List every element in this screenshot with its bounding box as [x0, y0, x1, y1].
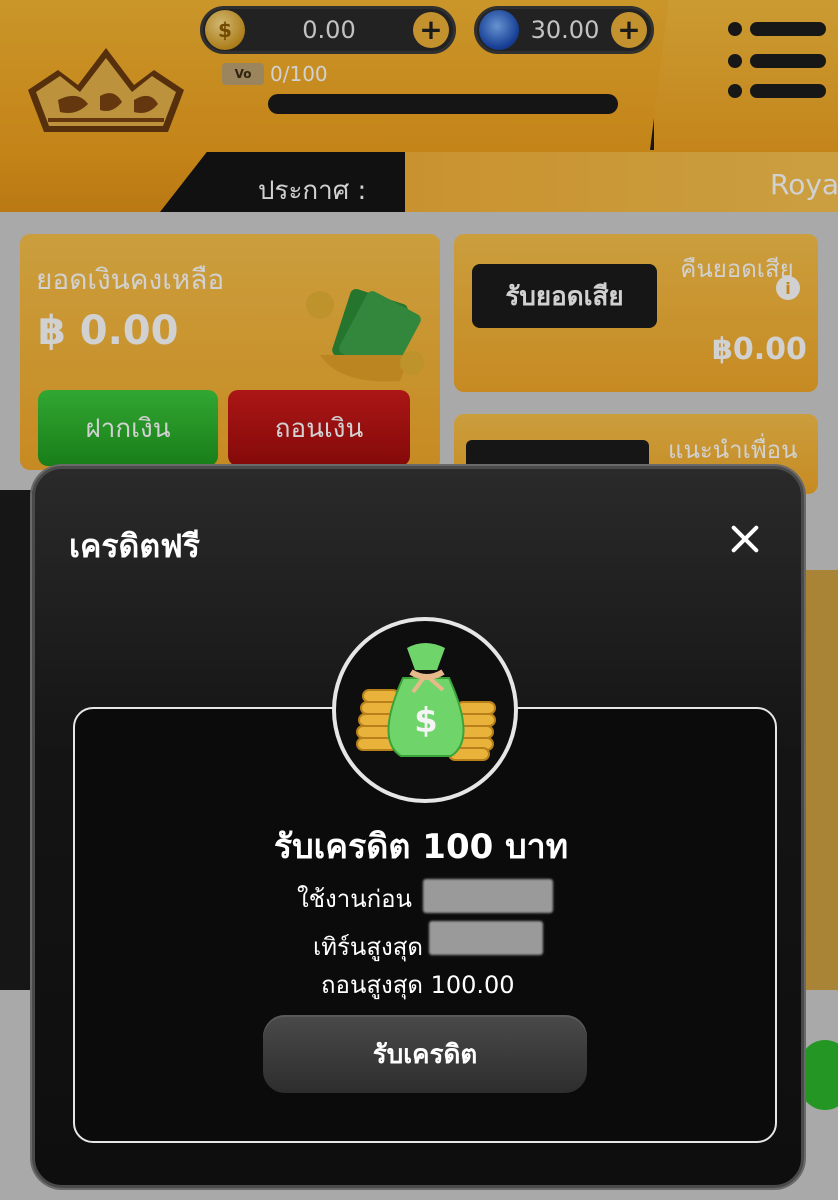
withdraw-button[interactable]: ถอนเงิน	[228, 390, 410, 466]
use-before-label: ใช้งานก่อน	[297, 885, 412, 913]
dollar-coin-icon: $	[205, 10, 245, 50]
max-turnover-label: เทิร์นสูงสุด	[313, 933, 423, 961]
chat-button[interactable]	[800, 1040, 838, 1110]
menu-icon[interactable]	[726, 22, 826, 102]
modal-title: เครดิตฟรี	[69, 527, 200, 565]
gem-amount: 30.00	[530, 16, 600, 44]
balance-value: ฿ 0.00	[38, 308, 179, 354]
claim-credit-button[interactable]: รับเครดิต	[263, 1015, 587, 1093]
referral-label: แนะนำเพื่อน	[668, 436, 798, 464]
rebate-value: ฿0.00	[712, 332, 807, 367]
balance-label: ยอดเงินคงเหลือ	[36, 263, 225, 296]
money-bag-icon: $	[356, 643, 496, 761]
info-icon[interactable]: i	[776, 276, 800, 300]
use-before-value	[423, 879, 553, 913]
top-header: $ 0.00 + 30.00 + Vo 0/100 ประกาศ : Roya	[0, 0, 838, 212]
gem-icon	[479, 10, 519, 50]
claim-rebate-button[interactable]: รับยอดเสีย	[472, 264, 657, 328]
crown-icon: Vo	[222, 63, 264, 85]
money-bag-frame: $	[332, 617, 518, 803]
max-withdraw-label: ถอนสูงสุด 100.00	[321, 971, 515, 999]
announce-label: ประกาศ :	[258, 176, 367, 206]
gold-balance-pill: $ 0.00 +	[200, 6, 456, 54]
svg-text:$: $	[414, 701, 438, 741]
deposit-button[interactable]: ฝากเงิน	[38, 390, 218, 466]
vip-progress-bar	[268, 94, 618, 114]
logo	[28, 48, 184, 132]
free-credit-modal: เครดิตฟรี $ รับเครดิต 100 บาท ใช้งานก่อน…	[32, 466, 804, 1188]
close-icon[interactable]	[725, 519, 765, 559]
announcement-marquee: Roya	[770, 168, 838, 201]
gem-balance-pill: 30.00 +	[474, 6, 654, 54]
credit-amount-title: รับเครดิต 100 บาท	[273, 827, 569, 867]
money-stack-icon	[306, 289, 424, 382]
max-turnover-value	[429, 921, 543, 955]
plus-icon[interactable]: +	[611, 12, 647, 48]
vip-level: Vo 0/100	[222, 62, 328, 86]
plus-icon[interactable]: +	[413, 12, 449, 48]
vip-progress-text: 0/100	[270, 62, 328, 86]
gold-amount: 0.00	[302, 16, 356, 44]
